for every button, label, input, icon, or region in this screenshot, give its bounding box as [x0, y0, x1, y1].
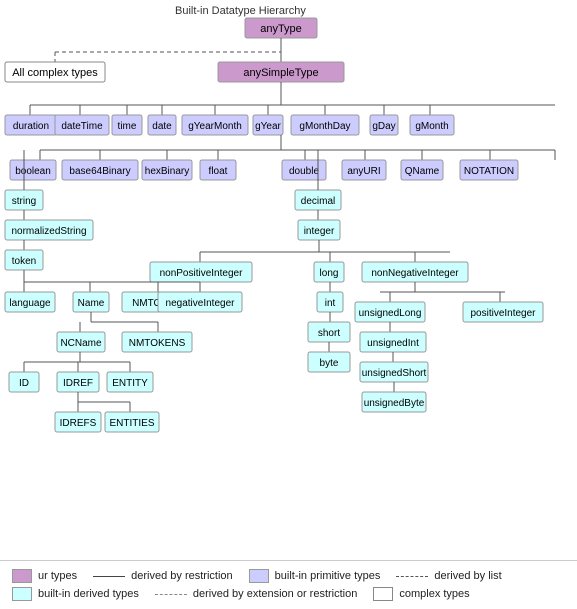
label-unsignedShort: unsignedShort — [362, 368, 427, 379]
label-IDREFS: IDREFS — [60, 418, 97, 429]
label-unsignedInt: unsignedInt — [367, 338, 419, 349]
legend-box-primitive — [249, 569, 269, 583]
label-NOTATION: NOTATION — [464, 166, 514, 177]
label-ENTITY: ENTITY — [112, 378, 148, 389]
hierarchy-svg: Built-in Datatype Hierarchy anyType All … — [0, 0, 577, 560]
label-byte: byte — [320, 358, 339, 369]
label-hexBinary: hexBinary — [145, 166, 189, 177]
legend-line-dash — [396, 576, 428, 577]
label-positiveInteger: positiveInteger — [470, 308, 536, 319]
label-QName: QName — [405, 166, 440, 177]
label-unsignedLong: unsignedLong — [359, 308, 422, 319]
legend-label-list: derived by list — [434, 570, 501, 582]
label-nonNegativeInteger: nonNegativeInteger — [371, 268, 459, 279]
legend-ur-types: ur types — [12, 569, 77, 583]
label-anyType: anyType — [260, 23, 302, 35]
label-negativeInteger: negativeInteger — [166, 298, 236, 309]
label-ENTITIES: ENTITIES — [109, 418, 154, 429]
label-double: double — [289, 166, 319, 177]
label-gMonth: gMonth — [415, 121, 448, 132]
label-IDREF: IDREF — [63, 378, 93, 389]
label-duration: duration — [13, 121, 49, 132]
label-Name: Name — [78, 298, 105, 309]
label-dateTime: dateTime — [61, 121, 103, 132]
legend-box-ur — [12, 569, 32, 583]
label-gYear: gYear — [255, 121, 281, 132]
legend-line-solid — [93, 576, 125, 577]
label-time: time — [118, 121, 137, 132]
legend-primitive: built-in primitive types — [249, 569, 381, 583]
label-NCName: NCName — [60, 338, 102, 349]
label-gMonthDay: gMonthDay — [299, 121, 350, 132]
diagram-title: Built-in Datatype Hierarchy — [175, 5, 306, 17]
label-unsignedByte: unsignedByte — [364, 398, 425, 409]
label-ID: ID — [19, 378, 29, 389]
label-NMTOKENS: NMTOKENS — [129, 338, 186, 349]
legend-label-complex: complex types — [399, 588, 469, 600]
label-date: date — [152, 121, 172, 132]
label-language: language — [9, 298, 51, 309]
legend-label-derived: built-in derived types — [38, 588, 139, 600]
legend-line-extension: derived by extension or restriction — [155, 587, 357, 601]
legend: ur types derived by restriction built-in… — [0, 560, 577, 609]
legend-line-list: derived by list — [396, 569, 501, 583]
diagram-container: Built-in Datatype Hierarchy anyType All … — [0, 0, 577, 560]
label-anyURI: anyURI — [347, 166, 380, 177]
label-long: long — [320, 268, 339, 279]
label-token: token — [12, 256, 36, 267]
legend-label-restriction: derived by restriction — [131, 570, 233, 582]
label-all-complex-types: All complex types — [12, 67, 98, 79]
legend-line-restriction: derived by restriction — [93, 569, 233, 583]
label-string: string — [12, 196, 36, 207]
legend-label-extension: derived by extension or restriction — [193, 588, 357, 600]
legend-complex: complex types — [373, 587, 469, 601]
label-decimal: decimal — [301, 196, 335, 207]
label-gYearMonth: gYearMonth — [188, 121, 242, 132]
label-normalizedString: normalizedString — [11, 226, 86, 237]
label-integer: integer — [304, 226, 335, 237]
label-base64Binary: base64Binary — [69, 166, 130, 177]
legend-box-complex — [373, 587, 393, 601]
label-float: float — [209, 166, 228, 177]
label-short: short — [318, 328, 340, 339]
legend-line-dashdot — [155, 594, 187, 595]
legend-label-primitive: built-in primitive types — [275, 570, 381, 582]
label-gDay: gDay — [372, 121, 395, 132]
label-boolean: boolean — [15, 166, 51, 177]
legend-derived: built-in derived types — [12, 587, 139, 601]
legend-label-ur: ur types — [38, 570, 77, 582]
legend-box-derived — [12, 587, 32, 601]
label-int: int — [325, 298, 336, 309]
label-nonPositiveInteger: nonPositiveInteger — [160, 268, 244, 279]
label-anySimpleType: anySimpleType — [243, 67, 318, 79]
